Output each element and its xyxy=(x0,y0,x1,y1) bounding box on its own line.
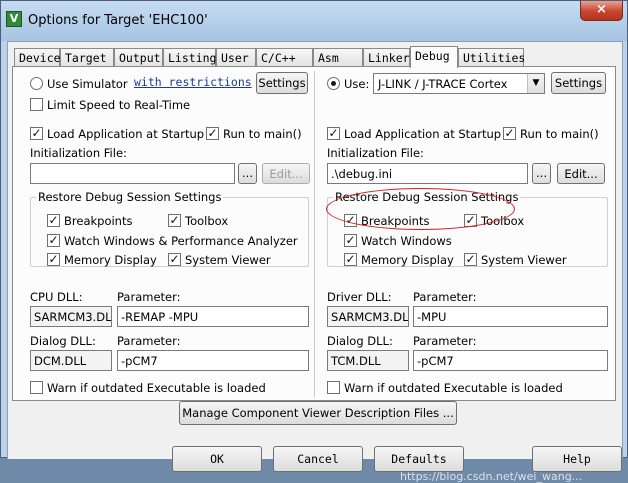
keil-app-icon: V xyxy=(6,11,22,27)
right-watch-checkbox[interactable]: ✓ xyxy=(344,234,357,247)
right-warn-label: Warn if outdated Executable is loaded xyxy=(344,381,563,395)
left-system-viewer-label: System Viewer xyxy=(185,253,271,267)
ok-button[interactable]: OK xyxy=(172,446,262,472)
tab-asm[interactable]: Asm xyxy=(313,48,363,66)
left-toolbox-label: Toolbox xyxy=(185,214,229,228)
left-init-file-input[interactable] xyxy=(30,163,235,184)
dialog-client: Device Target Output Listing User C/C++ … xyxy=(7,41,623,483)
debugger-select[interactable]: J-LINK / J-TRACE Cortex ▼ xyxy=(373,73,545,94)
left-watch-label: Watch Windows & Performance Analyzer xyxy=(64,234,298,248)
use-debugger-radio[interactable] xyxy=(327,77,340,90)
left-system-viewer-checkbox[interactable]: ✓ xyxy=(168,253,181,266)
right-memory-checkbox[interactable]: ✓ xyxy=(344,253,357,266)
right-breakpoints-checkbox[interactable]: ✓ xyxy=(344,214,357,227)
limit-speed-checkbox[interactable] xyxy=(30,98,43,111)
driver-dll-input[interactable]: SARMCM3.DLL xyxy=(327,306,409,327)
cpu-param-label: Parameter: xyxy=(117,290,181,304)
tab-user[interactable]: User xyxy=(216,48,256,66)
use-simulator-radio[interactable] xyxy=(30,77,43,90)
right-run-to-main-checkbox[interactable]: ✓ xyxy=(503,127,516,140)
use-simulator-label: Use Simulator xyxy=(47,77,128,91)
left-dialog-dll-label: Dialog DLL: xyxy=(30,334,96,348)
left-dialog-dll-input[interactable]: DCM.DLL xyxy=(30,350,112,371)
right-watch-label: Watch Windows xyxy=(361,234,452,248)
options-dialog: V Options for Target 'EHC100' × Device T… xyxy=(0,0,628,483)
defaults-button[interactable]: Defaults xyxy=(374,446,464,472)
right-system-viewer-checkbox[interactable]: ✓ xyxy=(464,253,477,266)
simulator-settings-button[interactable]: Settings xyxy=(256,72,308,94)
right-system-viewer-label: System Viewer xyxy=(481,253,567,267)
with-restrictions-link[interactable]: with restrictions xyxy=(134,75,252,89)
left-toolbox-checkbox[interactable]: ✓ xyxy=(168,214,181,227)
left-init-file-label: Initialization File: xyxy=(30,146,127,160)
driver-param-input[interactable]: -MPU xyxy=(413,306,608,327)
right-toolbox-label: Toolbox xyxy=(481,214,525,228)
left-memory-checkbox[interactable]: ✓ xyxy=(47,253,60,266)
tab-linker[interactable]: Linker xyxy=(363,48,410,66)
tab-debug[interactable]: Debug xyxy=(410,46,458,68)
right-edit-button[interactable]: Edit... xyxy=(557,163,605,184)
use-debugger-label: Use: xyxy=(344,77,370,91)
help-button[interactable]: Help xyxy=(532,446,622,472)
right-browse-button[interactable]: ... xyxy=(532,163,551,184)
left-load-app-label: Load Application at Startup xyxy=(47,127,205,141)
debug-panel: Use Simulator with restrictions Settings… xyxy=(12,66,616,401)
right-breakpoints-label: Breakpoints xyxy=(361,214,430,228)
cancel-button[interactable]: Cancel xyxy=(273,446,363,472)
debugger-settings-button[interactable]: Settings xyxy=(551,72,606,94)
right-dialog-param-label: Parameter: xyxy=(413,334,477,348)
left-restore-group-label: Restore Debug Session Settings xyxy=(36,190,224,204)
right-warn-checkbox[interactable] xyxy=(327,381,340,394)
left-dialog-param-input[interactable]: -pCM7 xyxy=(117,350,309,371)
tab-target[interactable]: Target xyxy=(60,48,114,66)
title-bar: V Options for Target 'EHC100' × xyxy=(1,1,627,41)
left-memory-label: Memory Display xyxy=(64,253,157,267)
right-init-file-label: Initialization File: xyxy=(327,146,424,160)
manage-component-viewer-button[interactable]: Manage Component Viewer Description File… xyxy=(179,401,457,425)
driver-param-label: Parameter: xyxy=(413,290,477,304)
left-load-app-checkbox[interactable]: ✓ xyxy=(30,127,43,140)
cpu-dll-input[interactable]: SARMCM3.DLL xyxy=(30,306,112,327)
left-run-to-main-label: Run to main() xyxy=(223,127,302,141)
watermark-text: https://blog.csdn.net/wei_wang... xyxy=(400,470,583,483)
right-dialog-param-input[interactable]: -pCM7 xyxy=(413,350,608,371)
panel-divider xyxy=(314,71,315,397)
left-watch-checkbox[interactable]: ✓ xyxy=(47,234,60,247)
left-breakpoints-checkbox[interactable]: ✓ xyxy=(47,214,60,227)
left-browse-button[interactable]: ... xyxy=(238,163,257,184)
left-run-to-main-checkbox[interactable]: ✓ xyxy=(206,127,219,140)
right-init-file-input[interactable]: .\debug.ini xyxy=(327,163,528,184)
tab-cpp[interactable]: C/C++ xyxy=(256,48,313,66)
cpu-dll-label: CPU DLL: xyxy=(30,290,83,304)
right-run-to-main-label: Run to main() xyxy=(520,127,599,141)
right-load-app-checkbox[interactable]: ✓ xyxy=(327,127,340,140)
left-breakpoints-label: Breakpoints xyxy=(64,214,133,228)
left-edit-button[interactable]: Edit... xyxy=(262,163,310,184)
tab-utilities[interactable]: Utilities xyxy=(458,48,525,66)
driver-dll-label: Driver DLL: xyxy=(327,290,392,304)
left-dialog-param-label: Parameter: xyxy=(117,334,181,348)
right-dialog-dll-input[interactable]: TCM.DLL xyxy=(327,350,409,371)
window-title: Options for Target 'EHC100' xyxy=(28,13,208,28)
right-load-app-label: Load Application at Startup xyxy=(344,127,502,141)
tab-listing[interactable]: Listing xyxy=(163,48,216,66)
tab-device[interactable]: Device xyxy=(14,48,61,66)
close-button[interactable]: × xyxy=(580,1,623,21)
right-toolbox-checkbox[interactable]: ✓ xyxy=(464,214,477,227)
right-restore-group-label: Restore Debug Session Settings xyxy=(333,190,521,204)
right-dialog-dll-label: Dialog DLL: xyxy=(327,334,393,348)
right-memory-label: Memory Display xyxy=(361,253,454,267)
cpu-param-input[interactable]: -REMAP -MPU xyxy=(117,306,309,327)
chevron-down-icon[interactable]: ▼ xyxy=(527,74,544,93)
tab-output[interactable]: Output xyxy=(114,48,163,66)
left-warn-checkbox[interactable] xyxy=(30,381,43,394)
debugger-select-value: J-LINK / J-TRACE Cortex xyxy=(378,77,508,91)
limit-speed-label: Limit Speed to Real-Time xyxy=(47,98,191,112)
left-warn-label: Warn if outdated Executable is loaded xyxy=(47,381,266,395)
